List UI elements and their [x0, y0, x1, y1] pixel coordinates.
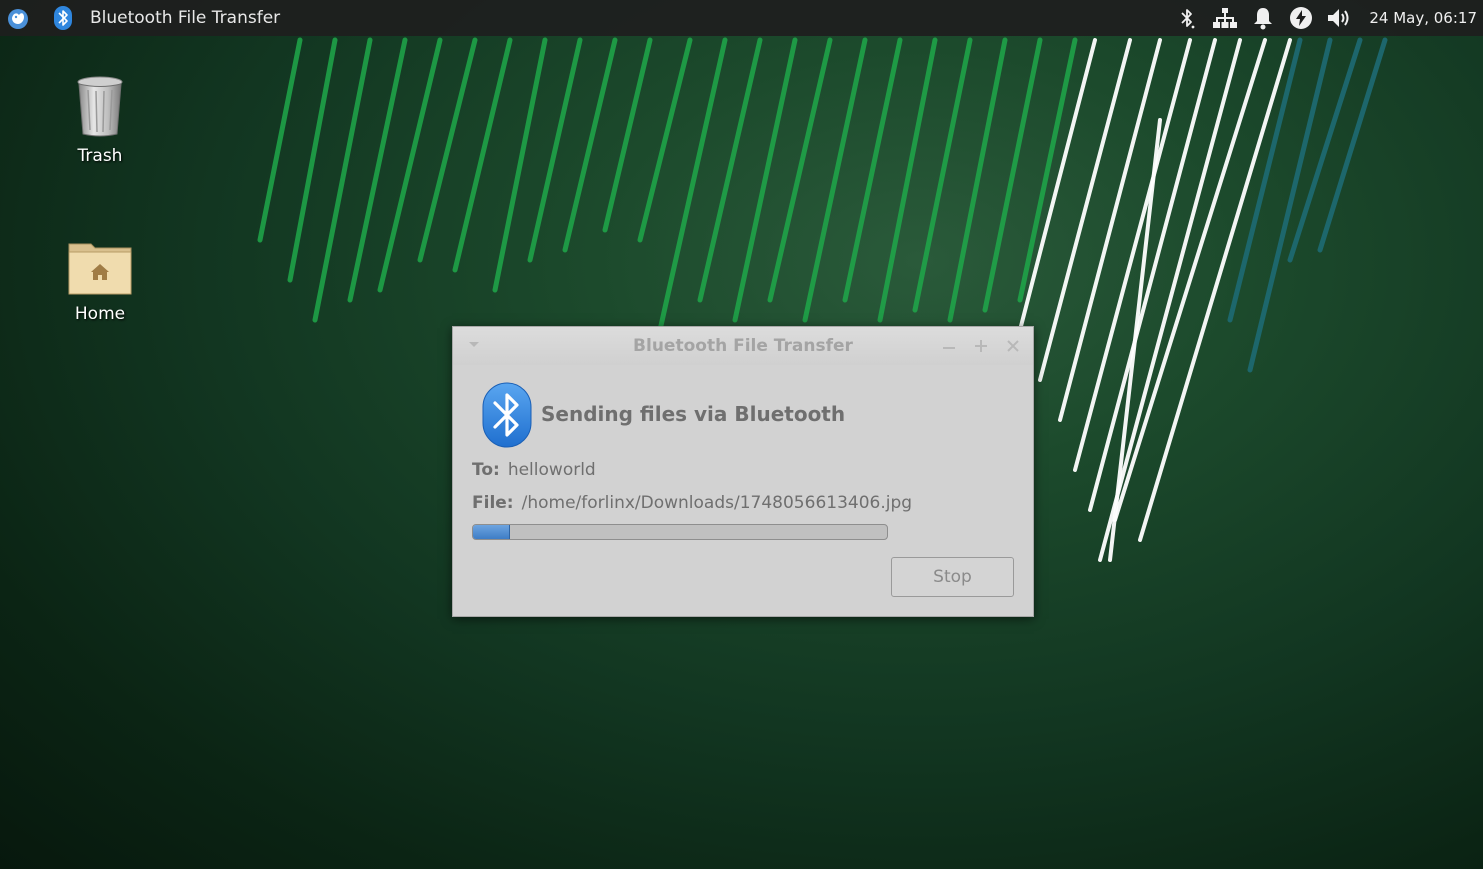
bluetooth-transfer-dialog: Bluetooth File Transfer Sending files vi…: [452, 326, 1034, 617]
wallpaper-stripe: [697, 37, 763, 303]
notification-bell-icon[interactable]: [1249, 4, 1277, 32]
desktop-icon-home[interactable]: Home: [45, 238, 155, 324]
power-icon[interactable]: [1287, 4, 1315, 32]
minimize-icon[interactable]: [939, 336, 959, 356]
dialog-heading: Sending files via Bluetooth: [541, 402, 846, 426]
recipient-value: helloworld: [507, 460, 596, 480]
stop-button[interactable]: Stop: [891, 557, 1014, 597]
wallpaper-stripe: [312, 37, 373, 323]
file-label: File:: [472, 493, 514, 513]
wallpaper-stripe: [257, 37, 303, 243]
wallpaper-stripe: [1088, 38, 1217, 512]
wallpaper-stripe: [1227, 37, 1303, 323]
wallpaper-stripe: [347, 37, 408, 303]
wallpaper-stripe: [657, 37, 728, 333]
progress-fill: [473, 525, 511, 539]
recipient-label: To:: [472, 460, 500, 480]
wallpaper-stripe: [1017, 37, 1078, 303]
top-panel: Bluetooth File Transfer 24 May, 06:17: [0, 0, 1483, 36]
wallpaper-stripe: [377, 37, 443, 293]
applications-menu-icon[interactable]: [4, 5, 32, 31]
panel-clock[interactable]: 24 May, 06:17: [1369, 9, 1477, 27]
desktop-icon-trash[interactable]: Trash: [45, 74, 155, 166]
taskbar-item-label: Bluetooth File Transfer: [90, 8, 281, 28]
home-folder-icon: [68, 243, 132, 295]
wallpaper-stripe: [732, 37, 798, 323]
file-row: File: /home/forlinx/Downloads/17480566134…: [472, 493, 912, 513]
volume-icon[interactable]: [1325, 4, 1353, 32]
desktop-icon-label: Trash: [77, 146, 123, 166]
dialog-titlebar[interactable]: Bluetooth File Transfer: [453, 327, 1033, 365]
wallpaper-stripe: [947, 37, 1008, 323]
wallpaper-stripe: [637, 37, 693, 243]
wallpaper-stripe: [1073, 38, 1192, 472]
taskbar-item-bluetooth-transfer[interactable]: Bluetooth File Transfer: [52, 0, 280, 36]
wallpaper-stripe: [452, 37, 513, 273]
trash-icon: [77, 76, 123, 137]
wallpaper-stripe: [602, 37, 653, 233]
transfer-progress-bar: [472, 524, 888, 540]
wallpaper-stripe: [767, 37, 833, 303]
wallpaper-stripe: [982, 37, 1043, 313]
maximize-icon[interactable]: [971, 336, 991, 356]
desktop-icon-label: Home: [74, 304, 126, 324]
bluetooth-icon: [54, 6, 72, 30]
bluetooth-icon: [482, 382, 532, 448]
bluetooth-icon[interactable]: [1173, 4, 1201, 32]
wallpaper-stripe: [1058, 38, 1162, 422]
close-icon[interactable]: [1003, 336, 1023, 356]
network-icon[interactable]: [1211, 4, 1239, 32]
wallpaper-stripe: [802, 37, 868, 323]
file-path-value: /home/forlinx/Downloads/1748056613406.jp…: [521, 493, 913, 513]
wallpaper-stripe: [877, 37, 938, 323]
recipient-row: To: helloworld: [472, 460, 596, 480]
system-tray: 24 May, 06:17: [1173, 0, 1483, 36]
